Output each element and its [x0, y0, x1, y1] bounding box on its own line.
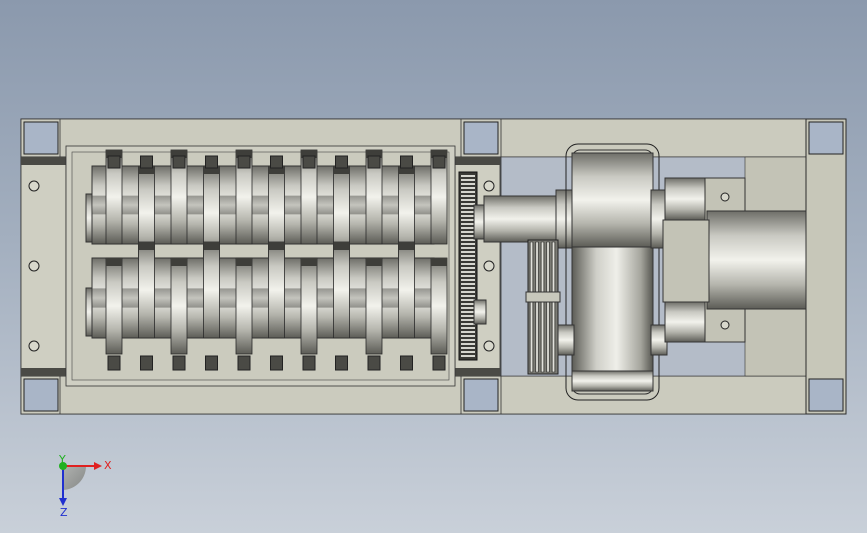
shredder-blade — [398, 241, 415, 339]
shredder-blade — [203, 241, 220, 339]
shredder-blade — [300, 257, 318, 355]
shredder-blade — [268, 241, 285, 339]
v-belt-pulley — [525, 239, 561, 375]
shredder-blade — [235, 257, 253, 355]
left-end-plate — [20, 156, 67, 377]
frame-right-cap — [805, 118, 847, 415]
axis-y-label: Y — [58, 453, 66, 466]
shredder-blade — [333, 241, 350, 339]
shredder-blade — [105, 257, 123, 355]
corner-post-bottom-mid — [463, 378, 499, 412]
shredder-blade — [365, 257, 383, 355]
shredder-blade — [170, 257, 188, 355]
cad-viewport[interactable]: X Y Z — [0, 0, 867, 533]
corner-post-top-mid — [463, 121, 499, 155]
shredder-blade — [138, 241, 155, 339]
shredder-blade-assembly — [85, 149, 448, 371]
corner-post-bottom-left — [23, 378, 59, 412]
coupling-shaft — [483, 189, 573, 249]
shredder-blade — [430, 257, 448, 355]
axis-triad: X Y Z — [58, 453, 112, 519]
gearbox — [557, 143, 668, 401]
corner-post-top-left — [23, 121, 59, 155]
axis-x-label: X — [104, 459, 112, 472]
axis-z-label: Z — [60, 506, 68, 519]
